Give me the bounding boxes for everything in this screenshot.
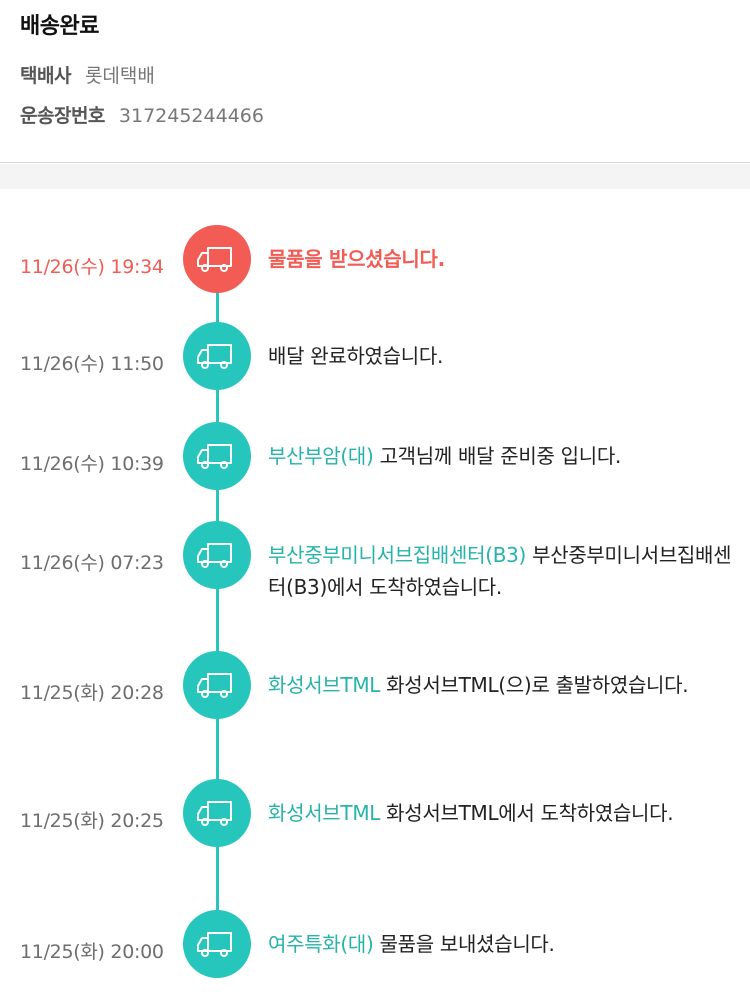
delivery-status-title: 배송완료 [20, 14, 99, 39]
tracking-number[interactable]: 317245244466 [119, 105, 264, 127]
tracking-row: 운송장번호 317245244466 [20, 101, 264, 128]
delivery-truck-icon [183, 422, 251, 490]
event-text: 배달 완료하였습니다. [268, 344, 444, 368]
event-location: 부산부암(대) [268, 444, 374, 468]
event-time: 11/25(화) 20:00 [20, 941, 164, 963]
event-message: 부산중부미니서브집배센터(B3) 부산중부미니서브집배센터(B3)에서 도착하였… [268, 539, 738, 603]
event-text: 화성서브TML(으)로 출발하였습니다. [380, 673, 689, 697]
event-message: 물품을 받으셨습니다. [268, 243, 738, 275]
event-location: 화성서브TML [268, 673, 381, 697]
delivery-truck-icon [183, 910, 251, 978]
delivery-truck-icon [183, 651, 251, 719]
delivery-header: 배송완료 택배사 롯데택배 운송장번호 317245244466 [0, 0, 750, 163]
event-location: 화성서브TML [268, 801, 381, 825]
event-time: 11/26(수) 07:23 [20, 552, 164, 574]
event-location: 부산중부미니서브집배센터(B3) [268, 543, 527, 567]
event-text: 화성서브TML에서 도착하였습니다. [380, 801, 674, 825]
event-message: 배달 완료하였습니다. [268, 340, 738, 372]
event-text: 고객님께 배달 준비중 입니다. [373, 444, 622, 468]
event-message: 화성서브TML 화성서브TML에서 도착하였습니다. [268, 797, 738, 829]
carrier-label: 택배사 [20, 65, 71, 87]
event-time: 11/26(수) 11:50 [20, 353, 164, 375]
event-time: 11/26(수) 10:39 [20, 453, 164, 475]
delivery-truck-icon [183, 779, 251, 847]
tracking-label: 운송장번호 [20, 105, 105, 127]
event-text: 물품을 받으셨습니다. [268, 247, 445, 271]
event-message: 부산부암(대) 고객님께 배달 준비중 입니다. [268, 440, 738, 472]
carrier-value: 롯데택배 [84, 65, 155, 87]
delivery-truck-icon [183, 521, 251, 589]
event-time: 11/25(화) 20:25 [20, 810, 164, 832]
event-text: 물품을 보내셨습니다. [373, 932, 555, 956]
event-message: 여주특화(대) 물품을 보내셨습니다. [268, 928, 738, 960]
event-location: 여주특화(대) [268, 932, 374, 956]
event-time: 11/26(수) 19:34 [20, 256, 164, 278]
delivery-truck-icon [183, 322, 251, 390]
section-divider [0, 164, 750, 189]
carrier-row: 택배사 롯데택배 [20, 61, 155, 88]
event-time: 11/25(화) 20:28 [20, 682, 164, 704]
tracking-timeline: 11/26(수) 19:34 물품을 받으셨습니다. 11/26(수) 11:5… [0, 189, 750, 1003]
event-message: 화성서브TML 화성서브TML(으)로 출발하였습니다. [268, 669, 738, 701]
delivery-truck-icon [183, 225, 251, 293]
